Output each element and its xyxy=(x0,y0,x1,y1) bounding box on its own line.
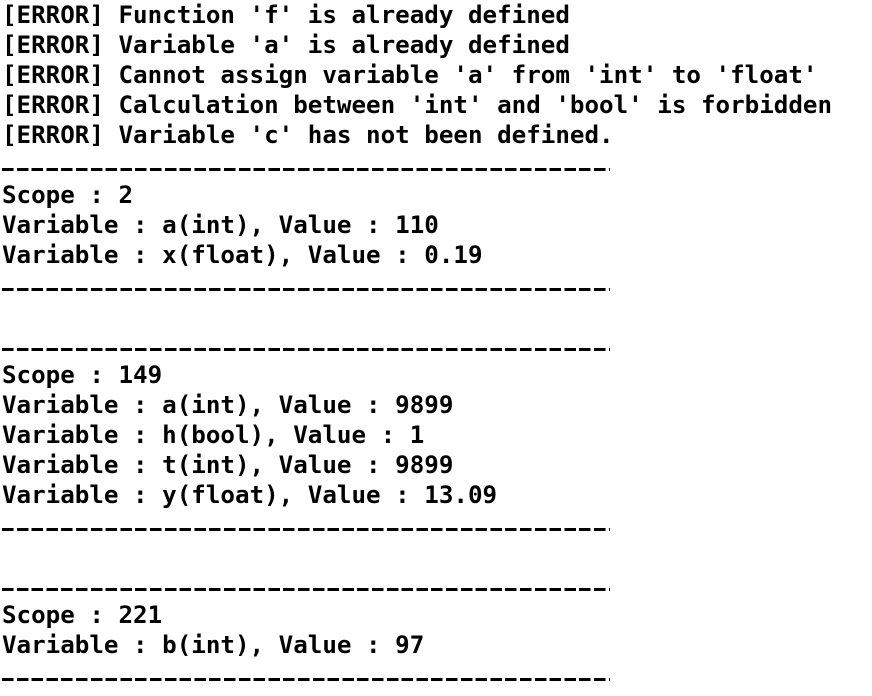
variable-line: Variable : h(bool), Value : 1 xyxy=(2,421,425,449)
dashed-rule xyxy=(2,348,610,351)
scope-header: Scope : 221 xyxy=(2,601,163,629)
dashed-rule xyxy=(2,678,610,681)
variable-line: Variable : y(float), Value : 13.09 xyxy=(2,481,498,509)
error-line: [ERROR] Calculation between 'int' and 'b… xyxy=(2,91,833,119)
separator-line xyxy=(2,270,870,300)
scope-header: Scope : 2 xyxy=(2,181,134,209)
dashed-rule xyxy=(2,168,610,171)
error-line: [ERROR] Cannot assign variable 'a' from … xyxy=(2,61,818,89)
variable-line: Variable : t(int), Value : 9899 xyxy=(2,451,454,479)
dashed-rule xyxy=(2,588,610,591)
variable-line: Variable : a(int), Value : 9899 xyxy=(2,391,454,419)
separator-line xyxy=(2,510,870,540)
separator-line xyxy=(2,570,870,600)
separator-line xyxy=(2,330,870,360)
separator-line xyxy=(2,660,870,690)
variable-line: Variable : b(int), Value : 97 xyxy=(2,631,425,659)
scope-header: Scope : 149 xyxy=(2,361,163,389)
variable-line: Variable : x(float), Value : 0.19 xyxy=(2,241,483,269)
separator-line xyxy=(2,150,870,180)
terminal-output: [ERROR] Function 'f' is already defined … xyxy=(2,0,870,696)
error-line: [ERROR] Variable 'c' has not been define… xyxy=(2,121,614,149)
variable-line: Variable : a(int), Value : 110 xyxy=(2,211,439,239)
error-line: [ERROR] Variable 'a' is already defined xyxy=(2,31,570,59)
dashed-rule xyxy=(2,288,610,291)
dashed-rule xyxy=(2,528,610,531)
error-line: [ERROR] Function 'f' is already defined xyxy=(2,1,570,29)
